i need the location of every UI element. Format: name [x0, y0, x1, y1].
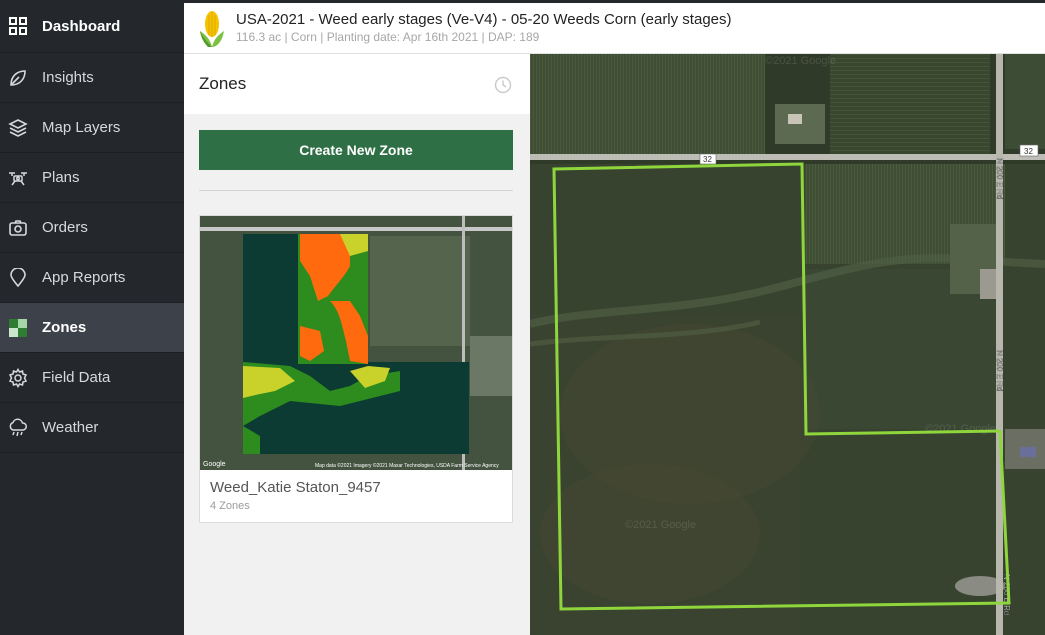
sidebar-item-label: Insights	[42, 69, 94, 86]
map-watermark: ©2021 Google	[625, 519, 696, 531]
field-summary: 116.3 ac | Corn | Planting date: Apr 16t…	[236, 30, 540, 44]
satellite-map[interactable]: 32 32 N 200 E Rd N 200 E Rd N 200 E Rd ©…	[530, 54, 1045, 635]
zones-panel: Zones Create New Zone Google Map data ©2…	[184, 54, 530, 635]
sidebar-item-dashboard[interactable]: Dashboard	[0, 0, 184, 53]
map-watermark: ©2021 Google	[765, 55, 836, 67]
sidebar-item-field-data[interactable]: Field Data	[0, 353, 184, 403]
camera-icon	[8, 218, 28, 238]
sidebar-item-label: Dashboard	[42, 17, 121, 35]
divider	[199, 190, 513, 191]
zones-icon	[8, 318, 28, 338]
pin-icon	[8, 267, 28, 288]
corn-icon	[200, 11, 224, 47]
zone-count: 4 Zones	[210, 500, 250, 512]
thumbnail-google-logo: Google	[203, 461, 226, 468]
rain-cloud-icon	[8, 418, 28, 438]
sidebar-item-orders[interactable]: Orders	[0, 203, 184, 253]
zone-card[interactable]: Google Map data ©2021 Imagery ©2021 Maxa…	[199, 215, 513, 523]
sidebar-item-label: Weather	[42, 419, 99, 436]
thumbnail-attribution: Map data ©2021 Imagery ©2021 Maxar Techn…	[315, 462, 499, 469]
sidebar: Dashboard Insights Map Layers Plans Orde…	[0, 0, 184, 635]
sidebar-item-weather[interactable]: Weather	[0, 403, 184, 453]
zone-name: Weed_Katie Staton_9457	[210, 479, 381, 496]
sidebar-item-label: Plans	[42, 169, 80, 186]
zones-panel-title: Zones	[199, 74, 247, 93]
header-top-border	[184, 0, 1045, 3]
sidebar-item-map-layers[interactable]: Map Layers	[0, 103, 184, 153]
sidebar-item-label: Field Data	[42, 369, 111, 386]
map-canvas[interactable]: 32 32 N 200 E Rd N 200 E Rd N 200 E Rd ©…	[530, 54, 1045, 635]
gear-icon	[8, 367, 28, 388]
layers-icon	[8, 118, 28, 138]
grid-icon	[8, 16, 28, 36]
sidebar-item-label: Zones	[42, 319, 87, 336]
sidebar-item-zones[interactable]: Zones	[0, 303, 184, 353]
sidebar-item-insights[interactable]: Insights	[0, 53, 184, 103]
drone-icon	[8, 168, 28, 188]
sidebar-item-app-reports[interactable]: App Reports	[0, 253, 184, 303]
road-shield-32: 32	[1024, 147, 1033, 156]
page-title: USA-2021 - Weed early stages (Ve-V4) - 0…	[236, 11, 732, 28]
road-label: N 200 E Rd	[995, 350, 1004, 391]
sidebar-item-label: Orders	[42, 219, 88, 236]
road-shield-32: 32	[703, 155, 712, 164]
sidebar-item-plans[interactable]: Plans	[0, 153, 184, 203]
create-new-zone-button[interactable]: Create New Zone	[199, 130, 513, 170]
road-label: N 200 E Rd	[995, 158, 1004, 199]
sidebar-item-label: App Reports	[42, 269, 126, 286]
leaf-icon	[8, 68, 28, 88]
sidebar-item-label: Map Layers	[42, 119, 121, 136]
page-header: USA-2021 - Weed early stages (Ve-V4) - 0…	[184, 0, 1045, 54]
zones-panel-header: Zones	[184, 54, 530, 114]
clock-icon[interactable]	[494, 76, 512, 94]
zone-thumbnail: Google Map data ©2021 Imagery ©2021 Maxa…	[200, 216, 512, 470]
